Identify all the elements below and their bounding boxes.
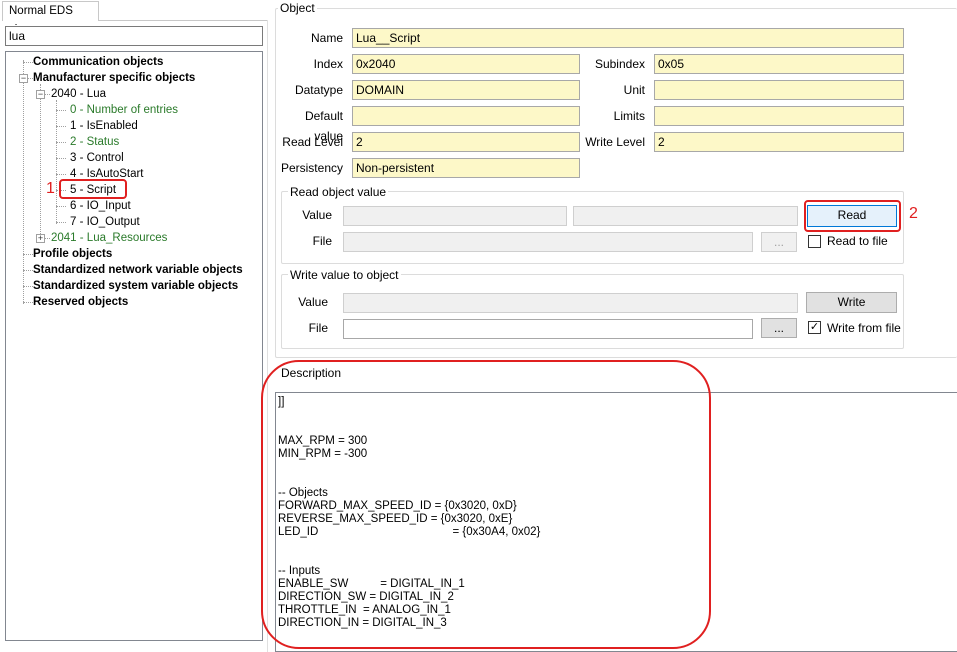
default-value-field[interactable] — [352, 106, 580, 126]
unit-field[interactable] — [654, 80, 904, 100]
write-button[interactable]: Write — [806, 292, 897, 313]
tree-connector — [23, 254, 33, 256]
tab-divider — [99, 20, 267, 21]
tree-connector — [56, 174, 66, 176]
highlight-box-description — [261, 360, 711, 649]
read-to-file-checkbox[interactable] — [808, 235, 821, 248]
highlight-box-script — [59, 179, 127, 199]
tree-connector — [56, 126, 66, 128]
expand-lua-resources-icon[interactable]: + — [36, 234, 45, 243]
write-value-label: Value — [298, 295, 328, 309]
tree-item-number-of-entries[interactable]: 0 - Number of entries — [70, 102, 178, 118]
tree-connector — [23, 60, 25, 304]
limits-field[interactable] — [654, 106, 904, 126]
write-from-file-checkbox[interactable]: ✓ — [808, 321, 821, 334]
highlight-box-read — [804, 200, 901, 232]
unit-label: Unit — [623, 83, 645, 97]
tree-connector — [56, 206, 66, 208]
tree-item-isenabled[interactable]: 1 - IsEnabled — [70, 118, 138, 134]
read-file-label: File — [312, 234, 332, 248]
tree-connector — [23, 62, 33, 64]
read-file-field[interactable] — [343, 232, 753, 252]
tree-item-control[interactable]: 3 - Control — [70, 150, 124, 166]
tree-item-lua[interactable]: 2040 - Lua — [51, 86, 106, 102]
limits-label: Limits — [613, 109, 645, 123]
tree-connector — [45, 238, 50, 240]
name-field[interactable]: Lua__Script — [352, 28, 904, 48]
write-file-label: File — [308, 321, 328, 335]
write-level-field[interactable]: 2 — [654, 132, 904, 152]
tree-connector — [56, 110, 66, 112]
tree-connector — [56, 222, 66, 224]
object-tree[interactable]: − − + Communication objects Manufacturer… — [5, 51, 263, 641]
collapse-lua-icon[interactable]: − — [36, 90, 45, 99]
object-group-title: Object — [278, 1, 317, 15]
write-file-field[interactable] — [343, 319, 753, 339]
annotation-number-1: 1 — [46, 180, 55, 197]
read-browse-button[interactable]: ... — [761, 232, 797, 252]
name-label: Name — [310, 31, 343, 45]
write-level-label: Write Level — [585, 135, 645, 149]
collapse-manufacturer-icon[interactable]: − — [19, 74, 28, 83]
read-object-group-title: Read object value — [288, 185, 389, 199]
tree-item-io-output[interactable]: 7 - IO_Output — [70, 214, 140, 230]
search-input[interactable]: lua — [5, 26, 263, 46]
read-value-label: Value — [302, 208, 332, 222]
read-value-field-2[interactable] — [573, 206, 798, 226]
tree-item-std-network-objects[interactable]: Standardized network variable objects — [33, 262, 243, 278]
tree-connector — [40, 84, 42, 242]
write-browse-button[interactable]: ... — [761, 318, 797, 338]
tree-connector — [23, 302, 33, 304]
subindex-field[interactable]: 0x05 — [654, 54, 904, 74]
tree-item-manufacturer-objects[interactable]: Manufacturer specific objects — [33, 70, 195, 86]
write-from-file-label: Write from file — [827, 321, 901, 335]
tree-item-communication-objects[interactable]: Communication objects — [33, 54, 163, 70]
persistency-field[interactable]: Non-persistent — [352, 158, 580, 178]
tree-item-status[interactable]: 2 - Status — [70, 134, 119, 150]
index-field[interactable]: 0x2040 — [352, 54, 580, 74]
read-value-field-1[interactable] — [343, 206, 567, 226]
write-value-field[interactable] — [343, 293, 798, 313]
tree-item-io-input[interactable]: 6 - IO_Input — [70, 198, 131, 214]
tree-item-profile-objects[interactable]: Profile objects — [33, 246, 112, 262]
tree-connector — [56, 158, 66, 160]
subindex-label: Subindex — [594, 57, 645, 71]
tree-item-lua-resources[interactable]: 2041 - Lua_Resources — [51, 230, 167, 246]
datatype-label: Datatype — [294, 83, 343, 97]
read-level-field[interactable]: 2 — [352, 132, 580, 152]
tree-connector — [23, 286, 33, 288]
tree-item-reserved-objects[interactable]: Reserved objects — [33, 294, 128, 310]
read-to-file-label: Read to file — [827, 234, 888, 248]
datatype-field[interactable]: DOMAIN — [352, 80, 580, 100]
tab-normal-eds-view[interactable]: Normal EDS view — [2, 1, 99, 36]
write-object-group-title: Write value to object — [288, 268, 401, 282]
annotation-number-2: 2 — [909, 205, 918, 222]
persistency-label: Persistency — [280, 161, 343, 175]
tree-connector — [56, 142, 66, 144]
index-label: Index — [313, 57, 343, 71]
tree-item-std-system-objects[interactable]: Standardized system variable objects — [33, 278, 238, 294]
tree-connector — [23, 270, 33, 272]
read-level-label: Read Level — [282, 135, 343, 149]
